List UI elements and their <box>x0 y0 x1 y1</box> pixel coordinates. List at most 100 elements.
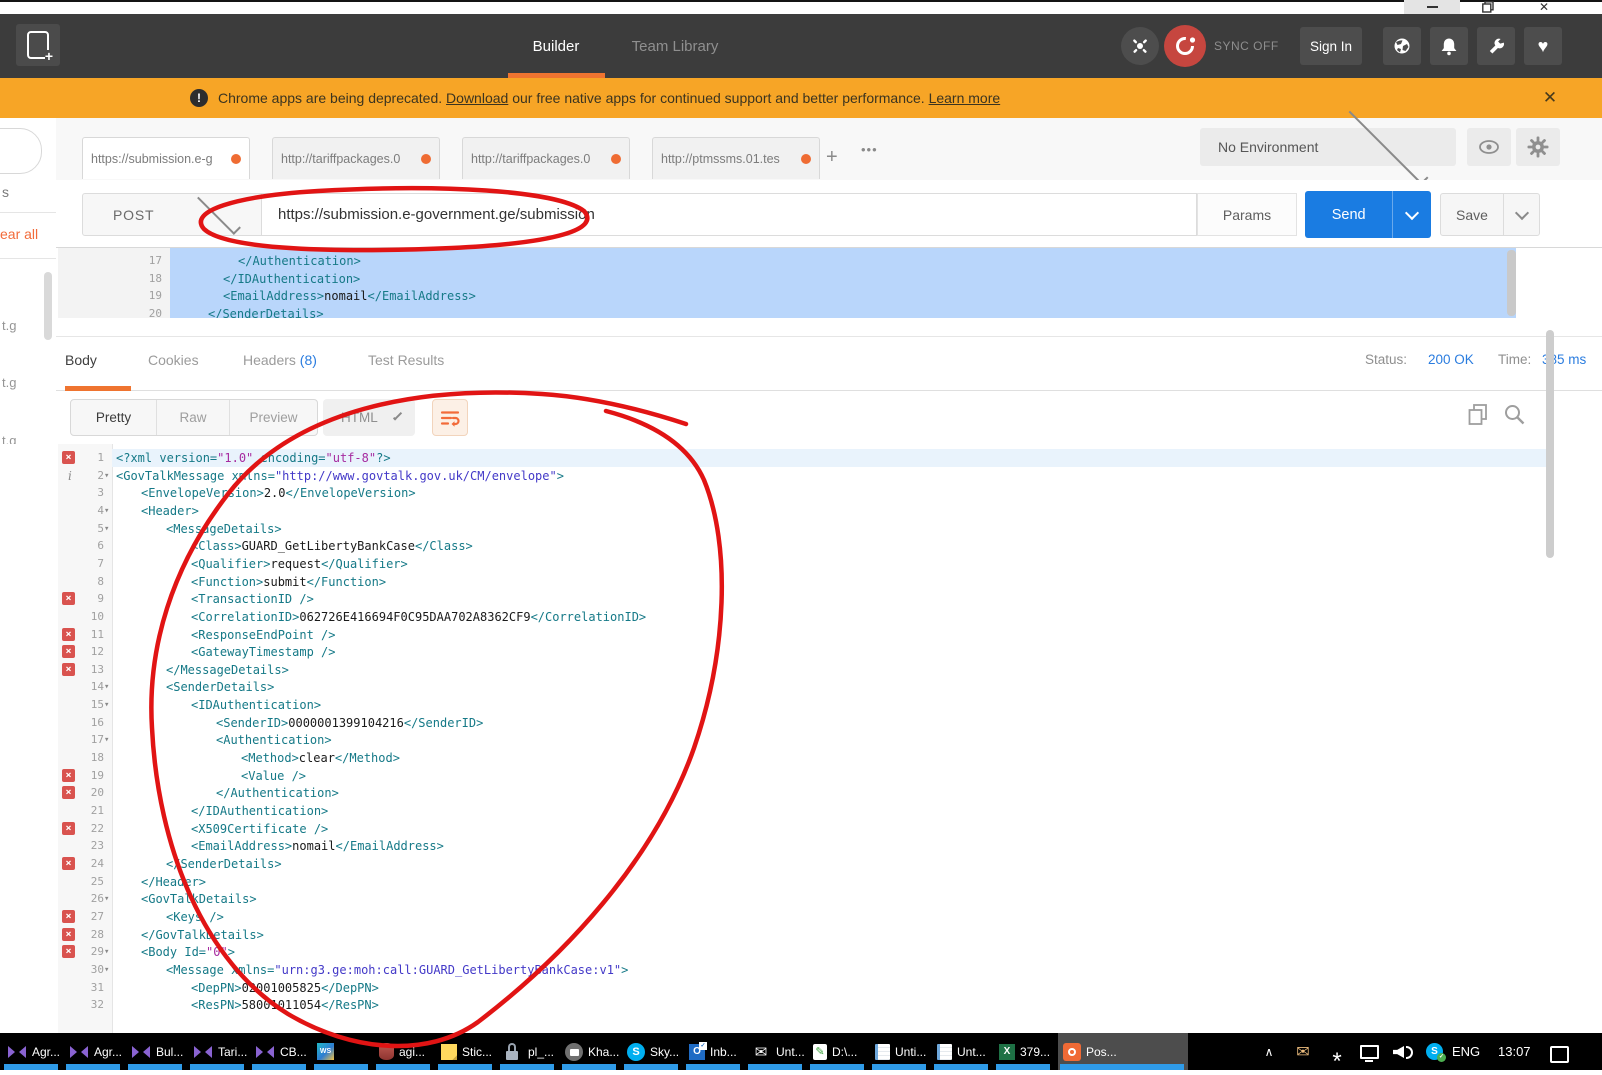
fold-arrow-icon[interactable]: ▾ <box>104 731 109 749</box>
environment-settings-button[interactable] <box>1516 128 1560 166</box>
pane-scrollbar-thumb[interactable] <box>1546 330 1554 558</box>
response-tab-cookies[interactable]: Cookies <box>148 352 199 368</box>
settings-button[interactable] <box>1477 27 1515 65</box>
editor-scrollbar-thumb[interactable] <box>1507 250 1516 316</box>
code-text: <IDAuthentication> <box>112 696 321 714</box>
request-tab[interactable]: http://tariffpackages.0 <box>272 137 440 179</box>
token-tag: </EnvelopeVersion> <box>286 486 416 500</box>
response-body-viewer[interactable]: ×1<?xml version="1.0" encoding="utf-8"?>… <box>0 444 1602 1033</box>
tray-chevron-icon[interactable]: ∧ <box>1258 1041 1280 1063</box>
tab-team-library[interactable]: Team Library <box>616 14 734 78</box>
window-close-button[interactable]: ✕ <box>1516 0 1572 14</box>
new-tab-button[interactable]: + <box>16 24 60 66</box>
app-header: + Builder Team Library SYNC OFF Sign In <box>0 14 1602 78</box>
fold-arrow-icon[interactable]: ▾ <box>104 961 109 979</box>
fold-arrow-icon[interactable]: ▾ <box>104 502 109 520</box>
language-indicator[interactable]: ENG <box>1452 1033 1480 1070</box>
token-tag: <IDAuthentication> <box>191 698 321 712</box>
search-response-button[interactable] <box>1504 404 1526 426</box>
clear-all-link[interactable]: ear all <box>0 226 38 242</box>
request-body-editor[interactable]: 17</Authentication>18</IDAuthentication>… <box>56 248 1602 318</box>
token-tag: <X509Certificate /> <box>191 822 328 836</box>
method-selector[interactable]: POST <box>82 193 262 236</box>
fold-arrow-icon[interactable]: ▾ <box>104 943 109 961</box>
search-box-partial[interactable] <box>0 128 42 174</box>
api-network-button[interactable] <box>1383 27 1421 65</box>
window-maximize-button[interactable] <box>1460 0 1516 14</box>
send-button[interactable]: Send <box>1305 191 1431 238</box>
tab-builder[interactable]: Builder <box>506 14 606 78</box>
line-number: 28 <box>72 926 104 944</box>
tray-skype-icon[interactable]: S <box>1426 1043 1443 1060</box>
sign-in-button[interactable]: Sign In <box>1300 27 1362 65</box>
response-tab-test-results[interactable]: Test Results <box>368 352 444 368</box>
sidebar-divider <box>0 212 56 213</box>
banner-close-button[interactable]: ✕ <box>1538 86 1562 110</box>
environment-selector[interactable]: No Environment <box>1200 128 1456 166</box>
request-tab[interactable]: https://submission.e-g <box>82 137 250 179</box>
copy-response-button[interactable] <box>1468 404 1490 426</box>
taskbar-item-label: Pos... <box>1086 1045 1117 1059</box>
token-txt: GUARD_GetLibertyBankCase <box>242 539 415 553</box>
download-link[interactable]: Download <box>446 90 508 106</box>
tray-speaker-icon[interactable] <box>1392 1041 1414 1063</box>
url-input[interactable] <box>261 193 1197 236</box>
response-tab-headers[interactable]: Headers (8) <box>243 352 317 368</box>
send-options-button[interactable] <box>1392 191 1431 238</box>
token-txt: 58001011054 <box>242 998 321 1012</box>
tray-slack-icon[interactable]: * <box>1326 1041 1348 1073</box>
history-item[interactable]: t.g <box>2 318 16 333</box>
fold-arrow-icon[interactable]: ▾ <box>104 890 109 908</box>
view-mode-raw[interactable]: Raw <box>157 400 230 435</box>
history-item[interactable]: t.g <box>2 375 16 390</box>
code-line: 8<Function>submit</Function> <box>0 573 1602 591</box>
more-tabs-button[interactable]: ••• <box>861 142 878 157</box>
sidebar-tab-partial-label: s <box>2 184 9 200</box>
code-line: 17▾<Authentication> <box>0 731 1602 749</box>
line-number: 17 <box>72 731 104 749</box>
banner-text: Chrome apps are being deprecated. Downlo… <box>218 78 1000 118</box>
token-str: "utf-8" <box>326 451 377 465</box>
wrap-text-button[interactable] <box>432 399 468 436</box>
clock[interactable]: 13:07 <box>1498 1033 1531 1070</box>
token-tag: <Message xmlns= <box>166 963 274 977</box>
response-tab-body[interactable]: Body <box>65 352 97 368</box>
token-tag: <DepPN> <box>191 981 242 995</box>
token-tag: <Method> <box>241 751 299 765</box>
fold-arrow-icon[interactable]: ▾ <box>104 467 109 485</box>
line-number: 8 <box>72 573 104 591</box>
sync-status-label: SYNC OFF <box>1214 39 1279 53</box>
sync-button[interactable] <box>1164 25 1206 67</box>
environment-preview-button[interactable] <box>1467 128 1511 166</box>
save-button[interactable]: Save <box>1440 193 1540 236</box>
learn-more-link[interactable]: Learn more <box>929 90 1001 106</box>
view-mode-pretty[interactable]: Pretty <box>71 400 157 435</box>
tray-monitor-icon[interactable] <box>1358 1041 1380 1063</box>
tray-mail-icon[interactable]: ✉ <box>1292 1041 1314 1063</box>
view-mode-preview[interactable]: Preview <box>230 400 317 435</box>
add-tab-button[interactable]: + <box>826 146 838 169</box>
request-tab[interactable]: http://tariffpackages.0 <box>462 137 630 179</box>
favorites-button[interactable]: ♥ <box>1524 27 1562 65</box>
request-tab[interactable]: http://ptmssms.01.tes <box>652 137 820 179</box>
chevron-down-icon <box>197 191 241 235</box>
sidebar-scrollbar-thumb[interactable] <box>44 272 52 340</box>
interceptor-button[interactable] <box>1121 27 1159 65</box>
code-line: 23<EmailAddress>nomail</EmailAddress> <box>0 837 1602 855</box>
token-tag: </CorrelationID> <box>531 610 647 624</box>
status-value[interactable]: 200 OK <box>1428 352 1474 367</box>
bell-icon <box>1440 37 1458 56</box>
window-minimize-button[interactable] <box>1404 0 1460 14</box>
fold-arrow-icon[interactable]: ▾ <box>104 696 109 714</box>
token-txt: nomail <box>324 289 367 303</box>
fold-arrow-icon[interactable]: ▾ <box>104 678 109 696</box>
format-selector[interactable]: HTML <box>323 399 415 436</box>
save-options-button[interactable] <box>1503 194 1539 235</box>
fold-arrow-icon[interactable]: ▾ <box>104 520 109 538</box>
params-button[interactable]: Params <box>1197 193 1297 236</box>
notifications-button[interactable] <box>1430 27 1468 65</box>
line-number: 26 <box>72 890 104 908</box>
token-txt: 062726E416694F0C95DAA702A8362CF9 <box>299 610 530 624</box>
status-label: Status: <box>1365 352 1407 367</box>
action-center-icon[interactable] <box>1548 1043 1570 1065</box>
